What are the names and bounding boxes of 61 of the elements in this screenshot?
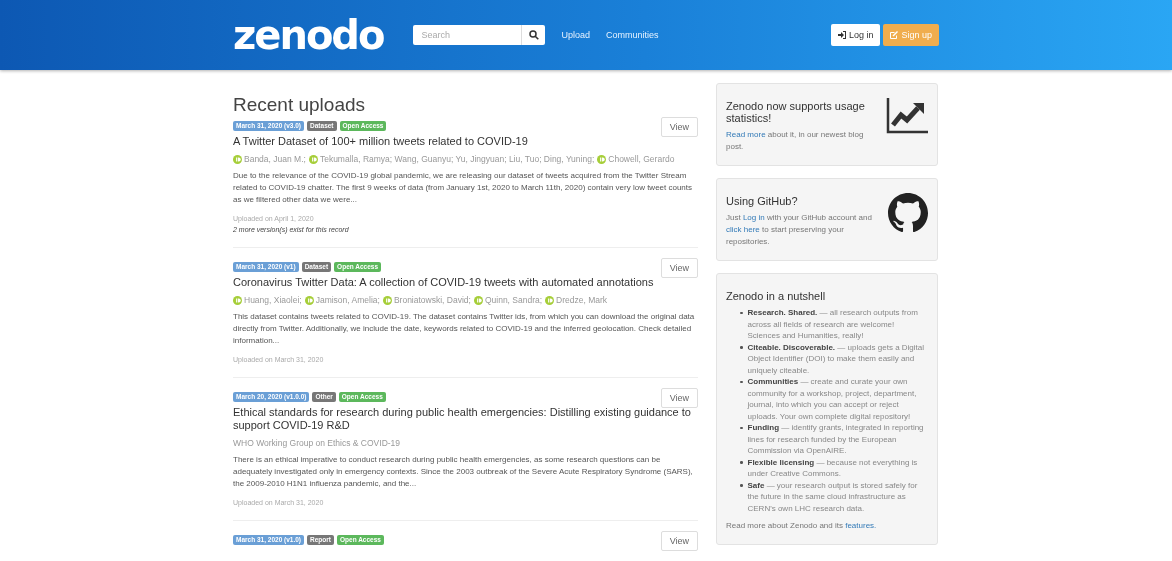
panel-title: Zenodo in a nutshell: [726, 290, 827, 302]
logo[interactable]: zenodo: [233, 15, 384, 55]
record-title[interactable]: A Twitter Dataset of 100+ million tweets related to COVID-19: [233, 135, 698, 148]
bullet-icon: [740, 461, 743, 464]
nav-link[interactable]: Communities: [606, 30, 659, 40]
panel-title: Zenodo now supports usage statistics!: [726, 100, 866, 124]
feature-item: Safe — your research output is stored safely for the future in the same cloud infrastructure as CERN's own LHC research data.: [747, 479, 919, 514]
record-title[interactable]: Ethical standards for research during public health emergencies: Distilling existing guidance to support COVID-19 R&D: [233, 406, 698, 432]
record-description: Due to the relevance of the COVID-19 global pandemic, we are releasing our dataset of tweets acquired from the Twitter Stream related to COVID-19 chatter. The first 9 weeks of data (from January 1st, 2020 to March 11th, 2020) contain very low tweet counts as we filtered other data we were...: [233, 170, 694, 206]
author-name: WHO Working Group on Ethics & COVID-19: [233, 438, 401, 448]
search-icon: [529, 30, 539, 40]
record-description: This dataset contains tweets related to COVID-19. The dataset contains Twitter ids, from which you can download the original data directly from Twitter. Additionally, we include the date, keywords related to COVID-19 and the inferred geolocation. Check detailed information...: [233, 311, 696, 347]
author-name: Tekumalla, Ramya; Wang, Guanyu; Yu, Jingyuan; Liu, Tuo; Ding, Yuning;: [319, 154, 595, 164]
sign-in-icon: [837, 31, 846, 39]
text-link[interactable]: Read more: [726, 130, 766, 139]
author-name: Quinn, Sandra;: [484, 295, 543, 305]
orcid-icon: [304, 295, 314, 305]
record-description: There is an ethical imperative to conduct research during public health emergencies, as some research questions can be adequately investigated only in emergency contexts. Since the 2003 outbreak of the Severe Acute Respiratory Syndrome (SARS), the 2009-2010 H1N1 influenza pandemic, and the...: [233, 454, 694, 490]
author-name: Jamison, Amelia;: [315, 295, 380, 305]
text-link[interactable]: Log in: [742, 213, 765, 222]
author-name: Huang, Xiaolei;: [244, 295, 302, 305]
record-title[interactable]: Coronavirus Twitter Data: A collection of COVID-19 tweets with automated annotations: [233, 276, 698, 289]
panel-text: Read more about Zenodo and its features.: [726, 520, 878, 532]
orcid-icon: [233, 295, 242, 305]
bullet-icon: [740, 346, 743, 349]
text-link[interactable]: click here: [726, 225, 760, 234]
panel-text: Read more about it, in our newest blog post.: [726, 129, 865, 153]
bullet-icon: [740, 426, 743, 429]
text-link[interactable]: features.: [845, 521, 877, 530]
page-heading: Recent uploads: [233, 94, 367, 116]
orcid-icon: [308, 154, 318, 164]
author-name: Banda, Juan M.;: [244, 154, 306, 164]
search-button[interactable]: [521, 25, 546, 45]
orcid-icon: [545, 295, 555, 305]
nav-link[interactable]: Upload: [561, 30, 590, 40]
bullet-icon: [740, 311, 743, 314]
view-button[interactable]: View: [660, 117, 698, 137]
orcid-icon: [233, 154, 242, 164]
view-button[interactable]: View: [660, 388, 698, 408]
search-field[interactable]: Search: [413, 25, 522, 45]
login-button[interactable]: Log in: [830, 24, 881, 46]
feature-item: Flexible licensing — because not everything is under Creative Commons.: [747, 456, 919, 480]
edit-icon: [890, 31, 899, 39]
feature-item: Communities — create and curate your own community for a workshop, project, department, journal, into which you can accept or reject uploads. Your own complete digital repository!: [747, 376, 918, 422]
orcid-icon: [473, 295, 483, 305]
feature-item: Citeable. Discoverable. — uploads gets a Digital Object Identifier (DOI) to make them easily and uniquely citeable.: [747, 341, 926, 376]
github-icon: [888, 193, 928, 233]
bullet-icon: [740, 484, 743, 487]
orcid-icon: [597, 154, 607, 164]
feature-item: Research. Shared. — all research outputs from across all fields of research are welcome! Sciences and Humanities, really!: [747, 307, 919, 342]
panel-text: Just Log in with your GitHub account and click here to start preserving your repositories.: [726, 212, 873, 248]
author-name: Broniatowski, David;: [393, 295, 471, 305]
panel-title: Using GitHub?: [726, 195, 799, 207]
feature-item: Funding — identify grants, integrated in reporting lines for research funded by the European Commission via OpenAIRE.: [747, 422, 925, 457]
orcid-icon: [382, 295, 392, 305]
view-button[interactable]: View: [660, 531, 698, 551]
view-button[interactable]: View: [660, 258, 698, 278]
chart-trend-icon: [886, 98, 928, 134]
author-name: Chowell, Gerardo: [608, 154, 675, 164]
author-name: Dredze, Mark: [556, 295, 608, 305]
bullet-icon: [740, 380, 743, 383]
